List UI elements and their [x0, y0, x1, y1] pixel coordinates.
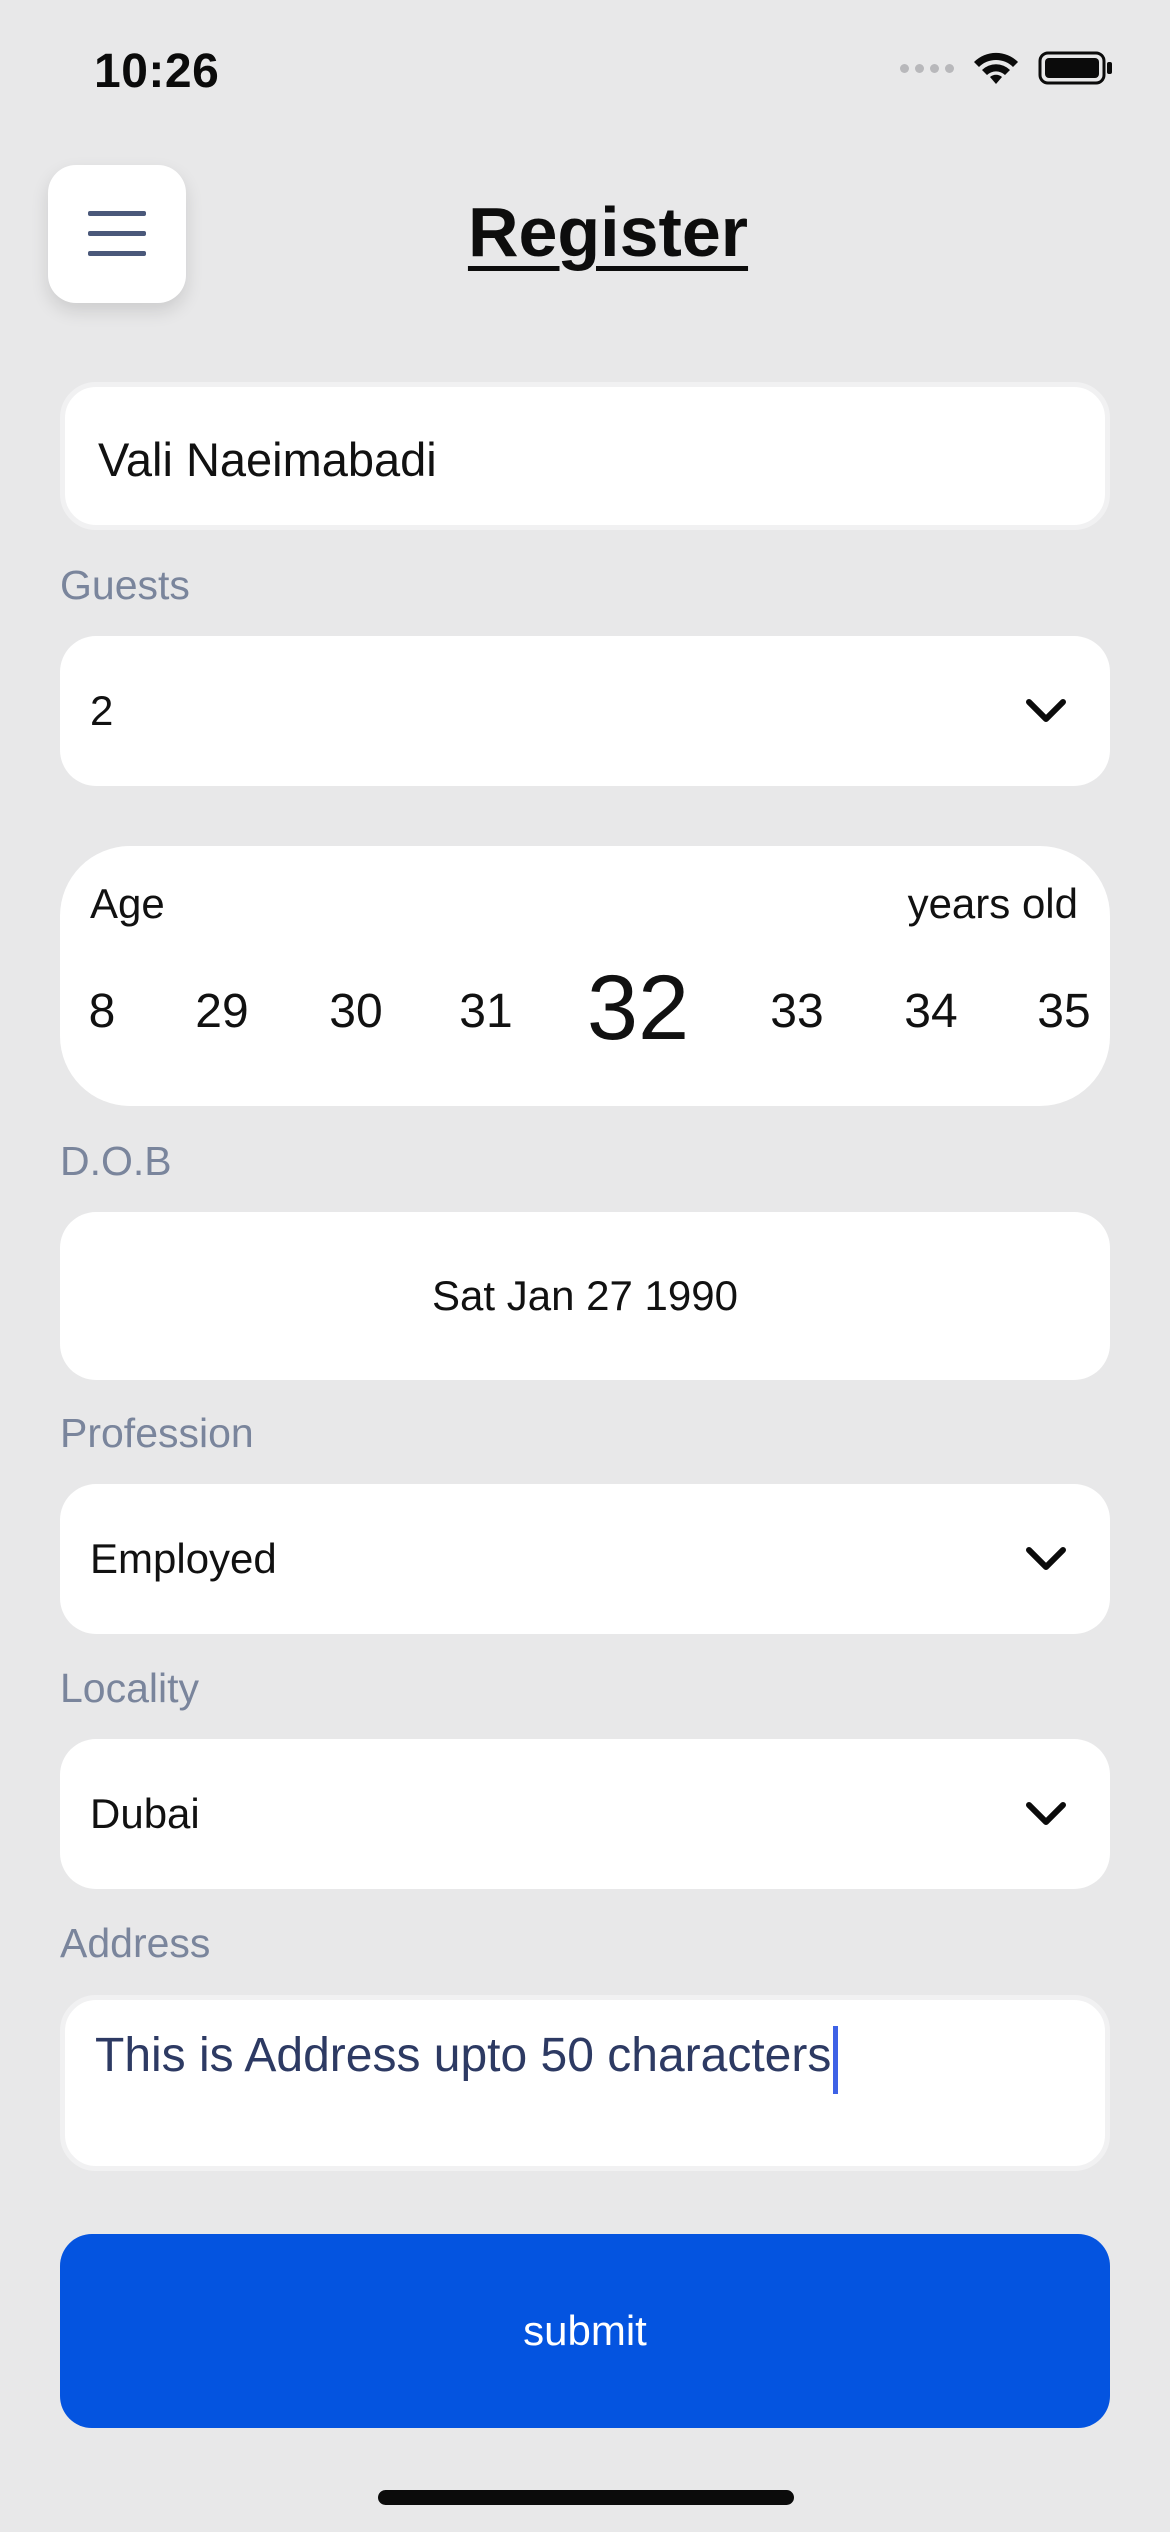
- guests-select[interactable]: 2: [60, 636, 1110, 786]
- dob-label: D.O.B: [60, 1138, 172, 1184]
- age-option[interactable]: 34: [904, 984, 957, 1039]
- chevron-down-icon: [1026, 699, 1066, 722]
- dob-picker[interactable]: Sat Jan 27 1990: [60, 1212, 1110, 1380]
- age-picker[interactable]: Age years old 8 29 30 31 32 33 34 35: [60, 846, 1110, 1106]
- wifi-icon: [974, 52, 1018, 84]
- age-unit-label: years old: [907, 880, 1078, 927]
- age-option[interactable]: 8: [89, 984, 116, 1039]
- profession-select[interactable]: Employed: [60, 1484, 1110, 1634]
- guests-value: 2: [90, 687, 114, 734]
- age-option[interactable]: 31: [459, 984, 512, 1039]
- profession-label: Profession: [60, 1410, 254, 1456]
- locality-value: Dubai: [90, 1790, 200, 1837]
- age-option-selected[interactable]: 32: [587, 956, 689, 1061]
- page-title: Register: [467, 193, 749, 271]
- age-option[interactable]: 33: [770, 984, 823, 1039]
- profession-value: Employed: [90, 1535, 277, 1582]
- age-options[interactable]: 8 29 30 31 32 33 34 35: [60, 956, 1110, 1076]
- locality-label: Locality: [60, 1665, 200, 1711]
- locality-select[interactable]: Dubai: [60, 1739, 1110, 1889]
- battery-icon: [1038, 51, 1112, 85]
- age-option[interactable]: 30: [329, 984, 382, 1039]
- address-textarea[interactable]: This is Address upto 50 characters: [60, 1995, 1110, 2171]
- submit-button[interactable]: submit: [60, 2234, 1110, 2428]
- address-text: This is Address upto 50 characters: [95, 2026, 839, 2094]
- age-option[interactable]: 35: [1037, 984, 1090, 1039]
- dob-value: Sat Jan 27 1990: [432, 1272, 738, 1319]
- register-screen: 10:26 Register Vali Naeimabadi Guests 2: [0, 0, 1170, 2532]
- name-value: Vali Naeimabadi: [98, 433, 437, 486]
- guests-label: Guests: [60, 562, 190, 608]
- status-time: 10:26: [94, 45, 220, 98]
- address-value: This is Address upto 50 characters: [95, 2029, 832, 2082]
- chevron-down-icon: [1026, 1802, 1066, 1825]
- text-caret: [833, 2026, 839, 2094]
- name-input[interactable]: Vali Naeimabadi: [60, 382, 1110, 530]
- cellular-signal-icon: [900, 63, 954, 73]
- home-indicator[interactable]: [378, 2490, 794, 2505]
- address-label: Address: [60, 1920, 211, 1966]
- age-option[interactable]: 29: [195, 984, 248, 1039]
- age-label: Age: [90, 880, 165, 927]
- status-icons: [900, 50, 1114, 86]
- chevron-down-icon: [1026, 1547, 1066, 1570]
